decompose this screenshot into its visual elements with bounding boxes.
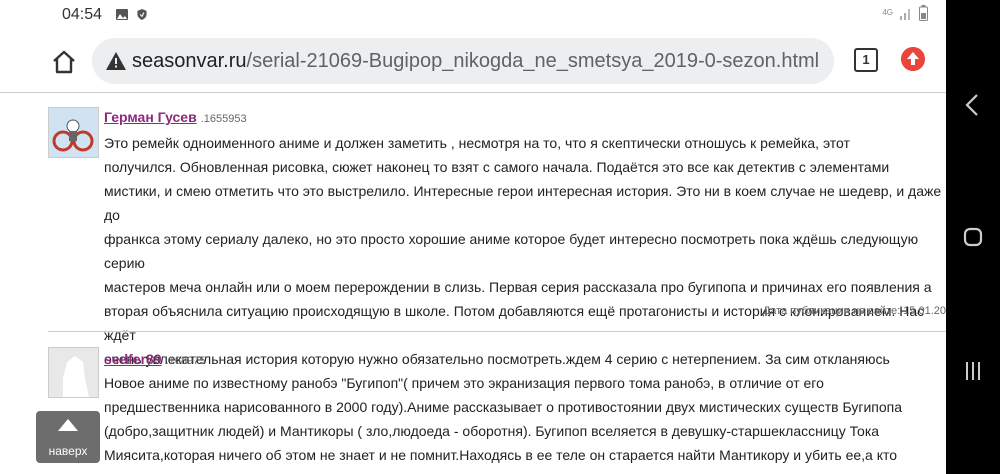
system-nav-bar xyxy=(946,0,1000,474)
recents-icon[interactable] xyxy=(960,358,986,384)
tabs-icon[interactable]: 1 xyxy=(854,48,878,72)
warning-icon[interactable] xyxy=(106,52,126,70)
scroll-top-button[interactable]: наверх xyxy=(36,411,100,463)
comment-line: Миясита,которая ничего об этом не знает … xyxy=(104,447,898,474)
image-icon xyxy=(116,9,128,20)
comment-line: (добро,защитник людей) и Мантикоры ( зло… xyxy=(104,423,880,439)
avatar[interactable] xyxy=(48,107,99,158)
comment-body: Новое аниме по известному ранобэ "Бугипо… xyxy=(104,371,944,474)
status-time: 04:54 xyxy=(62,6,103,23)
comment-author[interactable]: Герман Гусев .1655953 xyxy=(104,109,247,125)
tab-count: 1 xyxy=(862,52,870,67)
comment-author[interactable]: sedfer89.168975 xyxy=(104,351,205,367)
page-content: Герман Гусев .1655953 Это ремейк одноимен… xyxy=(36,93,946,474)
status-bar: 04:54 4G xyxy=(0,0,946,30)
browser-toolbar: seasonvar.ru/serial-21069-Bugipop_nikogd… xyxy=(0,30,946,93)
address-bar[interactable]: seasonvar.ru/serial-21069-Bugipop_nikogd… xyxy=(92,38,834,84)
home-icon[interactable] xyxy=(48,46,80,78)
comment-line: Новое аниме по известному ранобэ "Бугипо… xyxy=(104,375,824,391)
comment-id: .168975 xyxy=(165,355,206,367)
comment-line: мастеров меча онлайн или о моем перерожд… xyxy=(104,279,932,295)
divider xyxy=(48,331,946,332)
comment-line: предшественника нарисованного в 2000 год… xyxy=(104,399,903,415)
comment-line: франкса этому сериалу далеко, но это про… xyxy=(104,231,919,271)
network-label: 4G xyxy=(882,8,893,17)
url-domain: seasonvar.ru xyxy=(132,50,247,72)
battery-icon xyxy=(919,5,928,21)
home-circle-icon[interactable] xyxy=(960,224,986,250)
comment-line: очень увлекательная история которую нужн… xyxy=(104,351,890,367)
comment-line: Это ремейк одноименного аниме и должен з… xyxy=(104,135,850,151)
comment-id: .1655953 xyxy=(200,113,247,125)
avatar[interactable] xyxy=(48,347,99,398)
back-icon[interactable] xyxy=(960,92,986,118)
shield-icon xyxy=(137,9,147,20)
arrow-up-icon xyxy=(58,419,78,431)
scroll-top-label: наверх xyxy=(48,444,88,458)
url-path: /serial-21069-Bugipop_nikogda_ne_smetsya… xyxy=(246,50,820,72)
comment-line: мистики, и смею отметить что это выстрел… xyxy=(104,183,942,223)
comment-line: получился. Обновленная рисовка, сюжет на… xyxy=(104,159,890,175)
status-right-group: 4G xyxy=(882,5,928,21)
signal-icon xyxy=(900,9,910,20)
update-icon[interactable] xyxy=(901,47,925,71)
phone-screen: 04:54 4G seasonvar.ru/serial-21069-Bugip… xyxy=(0,0,946,474)
comment-body: Это ремейк одноименного аниме и должен з… xyxy=(104,131,944,371)
url-text[interactable]: seasonvar.ru/serial-21069-Bugipop_nikogd… xyxy=(132,50,819,73)
publication-date: Дата публикации на сайте: 15.01.20 xyxy=(762,305,946,317)
